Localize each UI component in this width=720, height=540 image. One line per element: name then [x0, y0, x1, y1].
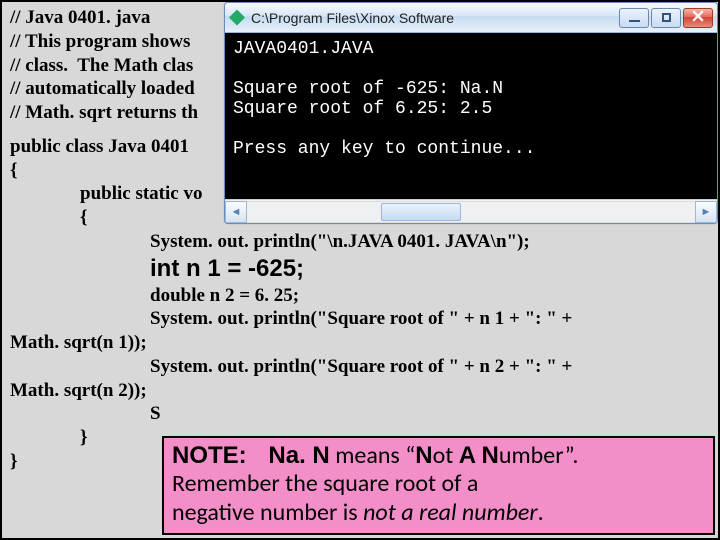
window-buttons — [619, 8, 713, 28]
window-title: C:\Program Files\Xinox Software — [251, 10, 613, 26]
close-button[interactable] — [683, 8, 713, 28]
scroll-left-button[interactable]: ◄ — [225, 201, 247, 223]
close-icon — [692, 10, 704, 25]
stmt-println-n1: System. out. println("Square root of " +… — [150, 307, 710, 331]
console-window: C:\Program Files\Xinox Software JAVA0401… — [224, 2, 718, 224]
stmt-sqrt-n1: Math. sqrt(n 1)); — [10, 331, 710, 355]
scroll-track[interactable] — [247, 201, 695, 223]
minimize-button[interactable] — [619, 8, 649, 28]
stmt-sqrt-n2: Math. sqrt(n 2)); — [10, 379, 710, 403]
console-output: JAVA0401.JAVA Square root of -625: Na.N … — [225, 33, 717, 199]
stmt-println-n2: System. out. println("Square root of " +… — [150, 355, 710, 379]
stmt-truncated: S — [150, 402, 710, 426]
minimize-icon — [629, 20, 640, 22]
stmt-double-decl: double n 2 = 6. 25; — [150, 284, 710, 308]
maximize-button[interactable] — [651, 8, 681, 28]
note-line2: Remember the square root of a — [172, 469, 478, 498]
note-means: means — [335, 441, 405, 470]
note-nan: Na. N — [268, 442, 329, 469]
app-icon — [229, 10, 245, 26]
stmt-println-header: System. out. println("\n.JAVA 0401. JAVA… — [150, 230, 710, 254]
note-callout: NOTE: Na. N means “Not A Number”. Rememb… — [162, 436, 715, 535]
note-line3a: negative number is — [172, 498, 363, 527]
scroll-right-button[interactable]: ► — [695, 201, 717, 223]
scroll-thumb[interactable] — [381, 203, 461, 221]
note-label: NOTE: — [172, 442, 247, 469]
stmt-int-decl: int n 1 = -625; — [150, 254, 710, 284]
titlebar[interactable]: C:\Program Files\Xinox Software — [225, 3, 717, 33]
note-italic: not a real number — [363, 498, 538, 527]
maximize-icon — [662, 13, 671, 22]
horizontal-scrollbar[interactable]: ◄ ► — [225, 199, 717, 223]
